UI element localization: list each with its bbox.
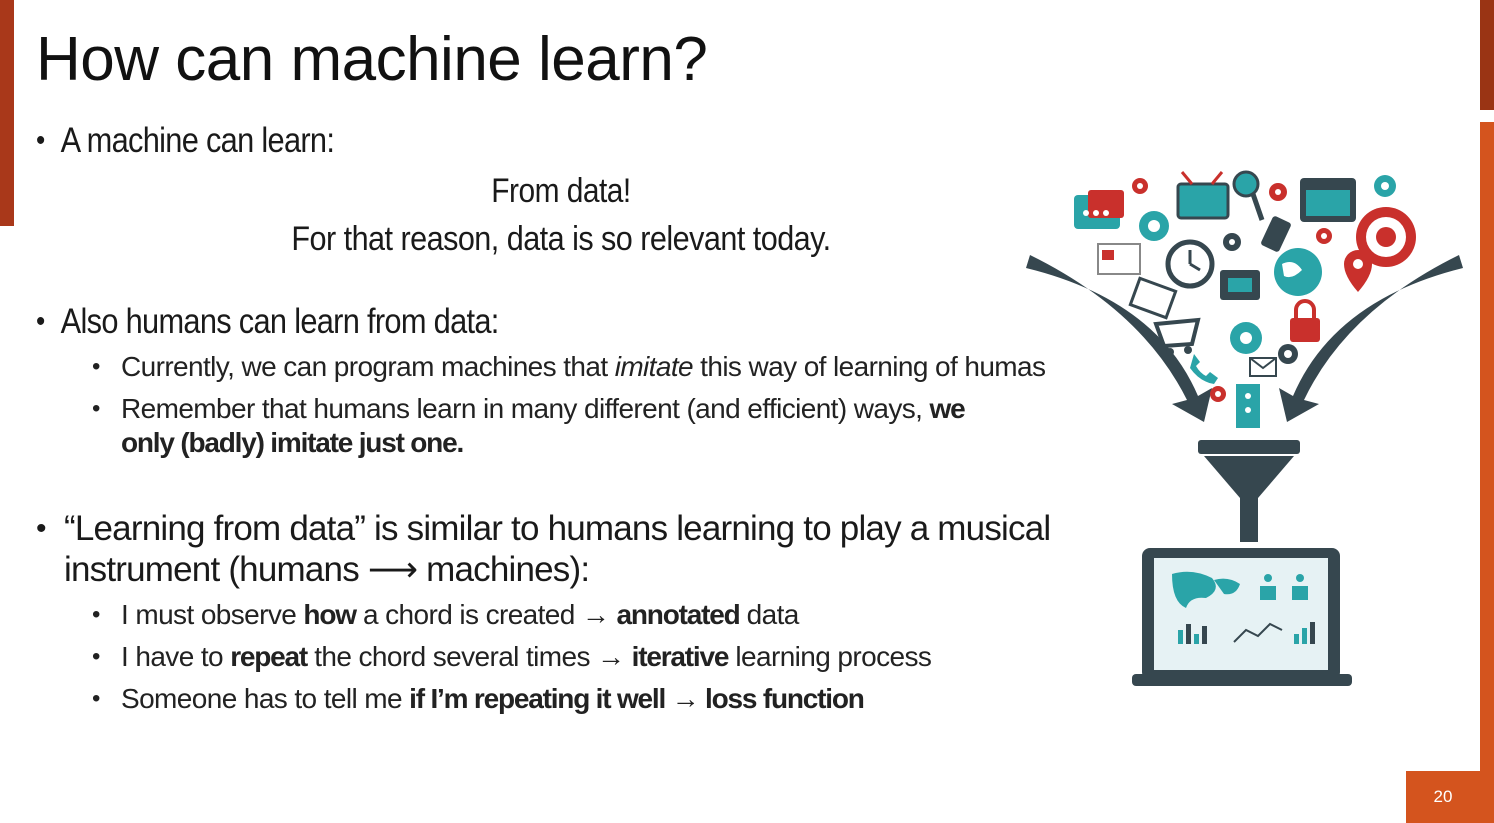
sub-text: Someone has to tell me [121, 683, 410, 714]
magnifier-icon [1232, 170, 1265, 221]
bullet-machine-learn: A machine can learn: [36, 120, 960, 161]
gear-icon [1210, 386, 1226, 402]
sub-text: I must observe [121, 599, 304, 630]
sub-text: Currently, we can program machines that [121, 351, 615, 382]
globe-icon [1274, 248, 1322, 296]
sub-text-bold: annotated [616, 599, 741, 630]
bullet-learning-analogy: “Learning from data” is similar to human… [36, 508, 1086, 590]
gear-icon [1269, 183, 1287, 201]
bullet-text: A machine can learn [60, 121, 327, 160]
sub-text: learning process [728, 641, 932, 672]
video-icon [1220, 270, 1260, 300]
gear-icon [1316, 228, 1332, 244]
emphasis-line: For that reason, data is so relevant tod… [291, 220, 831, 258]
gear-icon [1132, 178, 1148, 194]
right-accent-bar [1480, 122, 1494, 823]
left-accent-bar [0, 0, 14, 226]
sub-text: the chord several times → [307, 641, 632, 672]
bullet-colon: : [490, 302, 500, 341]
tv-icon [1176, 171, 1230, 220]
location-pin-icon [1344, 250, 1372, 292]
bullet-text: Also humans can learn from data [60, 302, 492, 341]
database-icon [1236, 384, 1260, 428]
browser-icon [1300, 178, 1356, 222]
sub-text-bold: repeat [230, 641, 308, 672]
bullet-humans-learn: Also humans can learn from data: [36, 301, 960, 342]
slide-title: How can machine learn? [36, 25, 708, 94]
sub-text: data [739, 599, 800, 630]
gear-icon [1278, 344, 1298, 364]
mail-icon [1249, 357, 1277, 377]
funnel-icon [1198, 440, 1300, 542]
calendar-icon [1128, 276, 1178, 320]
data-funnel-illustration [1026, 170, 1463, 686]
sub-text-bold: iterative [631, 641, 730, 672]
news-icon [1097, 243, 1141, 275]
sub-text-italic: imitate [614, 351, 694, 382]
chat-icon [1074, 190, 1124, 229]
page-number: 20 [1406, 771, 1480, 823]
laptop-icon [1132, 548, 1352, 686]
gear-icon [1223, 233, 1241, 251]
sub-text: this way of learning of humas [692, 351, 1046, 382]
sub-bullet: Remember that humans learn in many diffe… [36, 392, 1021, 460]
sub-text: Remember that humans learn in many diffe… [121, 393, 930, 424]
bullet-text: “Learning from data” is similar to human… [64, 509, 1051, 548]
sub-bullet: Someone has to tell me if I’m repeating … [36, 682, 1086, 716]
emphasis-line: From data! [491, 172, 631, 210]
bullet-text: instrument (humans ⟶ machines): [64, 550, 590, 589]
gear-icon [1374, 175, 1396, 197]
sub-text: I have to [121, 641, 231, 672]
bullet-colon: : [326, 121, 335, 160]
clock-icon [1165, 239, 1215, 289]
sub-bullet: Currently, we can program machines that … [36, 350, 1086, 384]
right-accent-bar-top [1480, 0, 1494, 110]
slide-content: A machine can learn: From data! For that… [36, 120, 1086, 716]
sub-bullet: I must observe how a chord is created → … [36, 598, 1086, 632]
phone-icon [1261, 216, 1291, 252]
lock-icon [1290, 299, 1320, 342]
sub-text-bold: how [303, 599, 357, 630]
gear-icon [1139, 211, 1169, 241]
sub-text-bold: if I’m repeating it well → loss function [409, 683, 865, 714]
phone-receiver-icon [1190, 354, 1218, 384]
sub-bullet: I have to repeat the chord several times… [36, 640, 1086, 674]
sub-text: a chord is created → [355, 599, 617, 630]
gear-icon [1230, 322, 1262, 354]
